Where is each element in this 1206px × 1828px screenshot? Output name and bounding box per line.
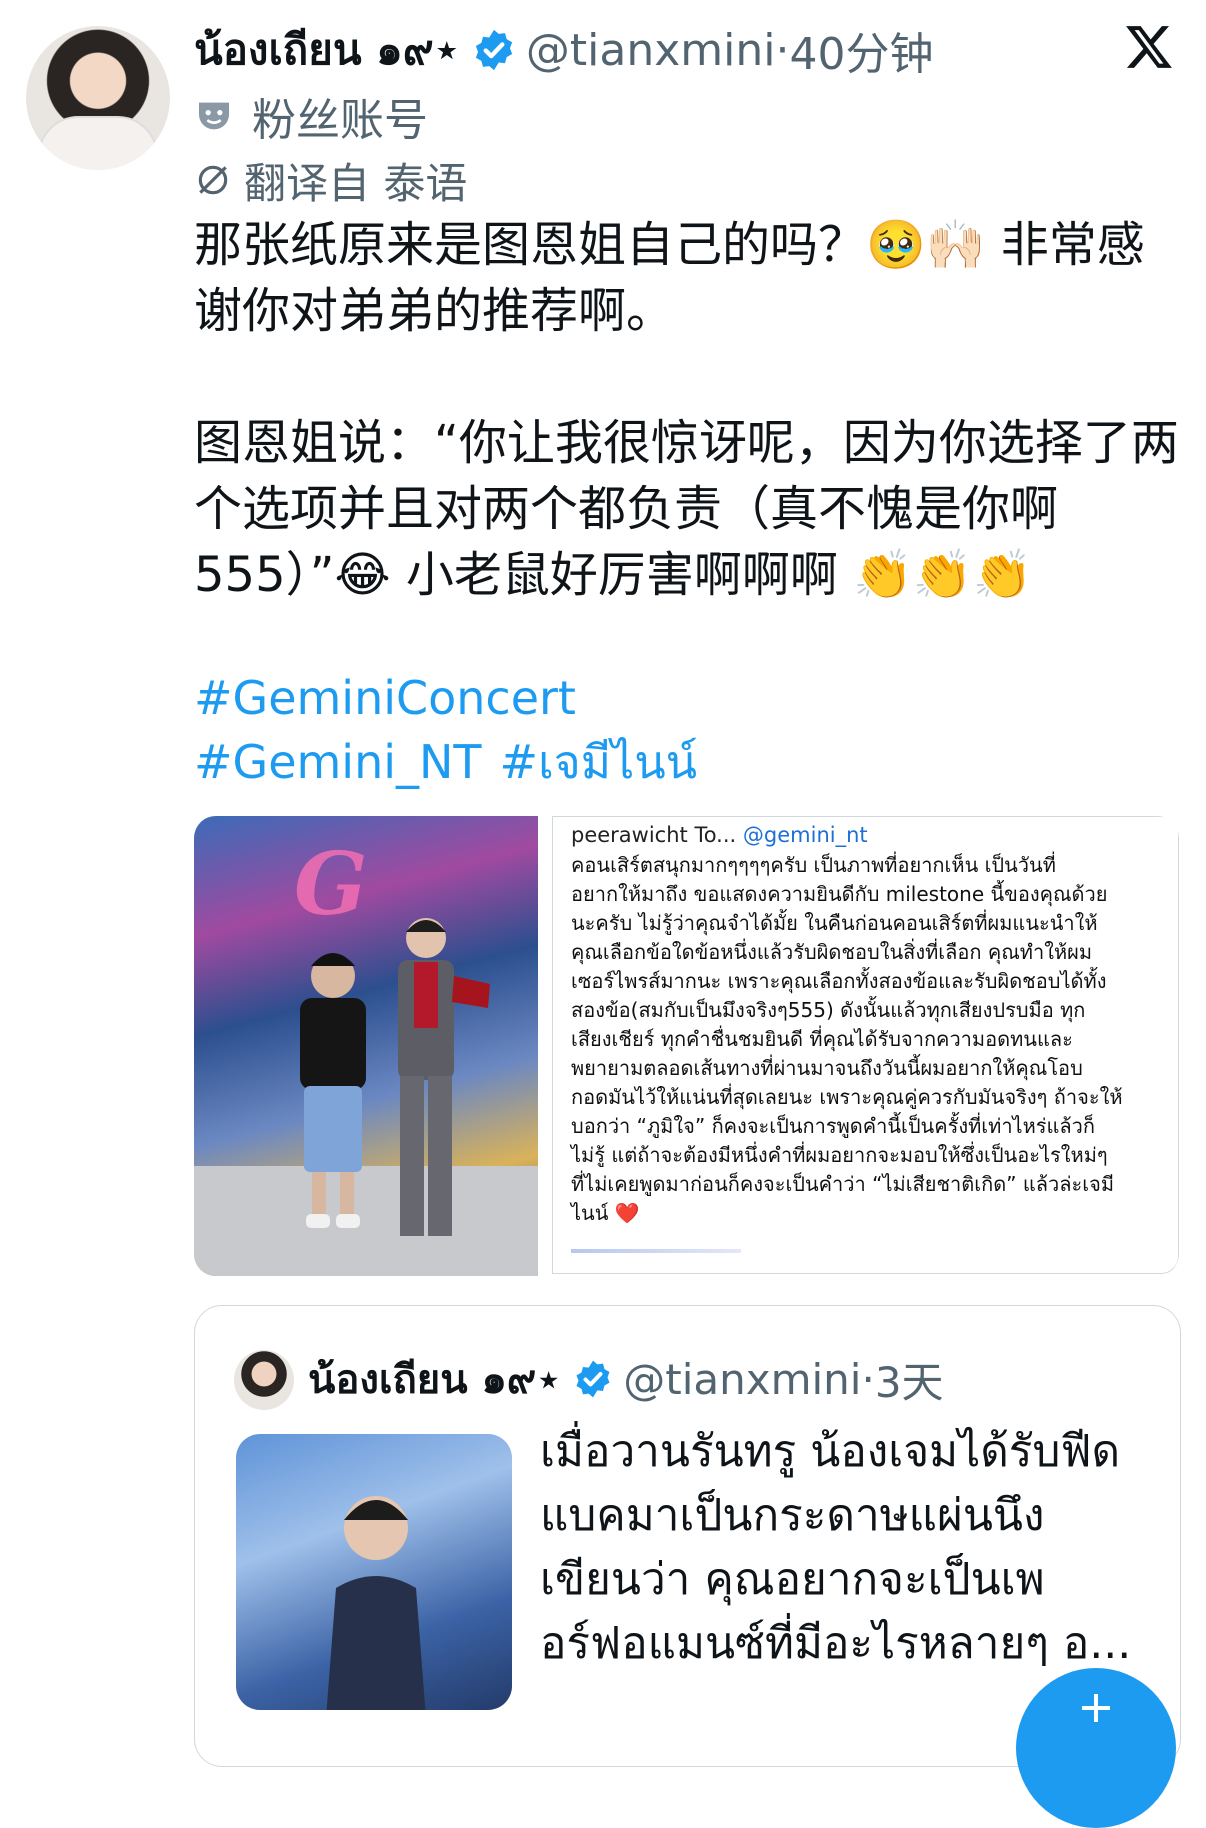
author-handle[interactable]: @tianxmini	[526, 25, 776, 76]
hashtag-list: #GeminiConcert #Gemini_NT #เจมีไนน์	[194, 666, 715, 794]
note-header: peerawicht To... @gemini_nt	[571, 823, 1160, 847]
note-progress-bar	[571, 1249, 741, 1253]
photo-backdrop-art: G	[294, 834, 368, 935]
fan-account-text: 粉丝账号	[252, 95, 428, 146]
note-screenshot[interactable]: peerawicht To... @gemini_nt คอนเสิร์ตสนุ…	[552, 816, 1179, 1274]
quoted-thumbnail	[236, 1434, 512, 1710]
fan-account-label: 粉丝账号	[194, 84, 428, 148]
verified-badge-icon	[475, 29, 513, 71]
translated-label[interactable]: 翻译自 泰语	[194, 150, 467, 210]
post-time[interactable]: 40分钟	[789, 18, 933, 82]
post-header: น้องเถียน ๑๙⋆ @tianxmini · 40分钟	[194, 18, 933, 82]
note-body: คอนเสิร์ตสนุกมากๆๆๆๆครับ เป็นภาพที่อยากเ…	[571, 853, 1123, 1225]
hashtag-link[interactable]: #เจมีไนน์	[500, 735, 698, 789]
compose-fab-icon[interactable]	[1016, 1668, 1176, 1828]
person-figure	[326, 1496, 426, 1710]
person-figure	[398, 918, 490, 1236]
verified-badge-icon	[576, 1360, 610, 1398]
separator-dot: ·	[775, 24, 790, 76]
quoted-author-handle: @tianxmini	[623, 1354, 862, 1404]
quoted-post-text: เมื่อวานรันทรู น้องเจมได้รับฟีด แบคมาเป็…	[540, 1426, 1132, 1669]
author-avatar[interactable]	[26, 26, 170, 170]
translated-text: 翻译自 泰语	[244, 158, 468, 208]
concert-photo[interactable]: G	[194, 816, 538, 1276]
translate-icon	[198, 165, 228, 195]
hashtag-link[interactable]: #Gemini_NT	[194, 735, 482, 789]
note-author: peerawicht To...	[571, 823, 737, 847]
quoted-post-header: น้องเถียน ๑๙⋆ @tianxmini · 3天	[308, 1346, 944, 1412]
quoted-author-name: น้องเถียน ๑๙⋆	[308, 1357, 562, 1403]
hashtag-link[interactable]: #GeminiConcert	[194, 671, 576, 725]
note-mention: @gemini_nt	[742, 823, 868, 847]
quoted-author-avatar	[234, 1350, 294, 1410]
post-body: 那张纸原来是图恩姐自己的吗？🥹🙌🏻 非常感 谢你对弟弟的推荐啊。 图恩姐说：“你…	[194, 217, 1179, 603]
x-logo-icon[interactable]	[1124, 22, 1174, 72]
media-grid: G peerawicht To... @gemini_nt คอนเสิร์ตส…	[194, 816, 1179, 1276]
fan-mask-icon	[199, 102, 229, 130]
author-name[interactable]: น้องเถียน ๑๙⋆	[194, 17, 460, 83]
quoted-post-time: 3天	[874, 1357, 944, 1407]
separator-dot: ·	[861, 1354, 875, 1404]
